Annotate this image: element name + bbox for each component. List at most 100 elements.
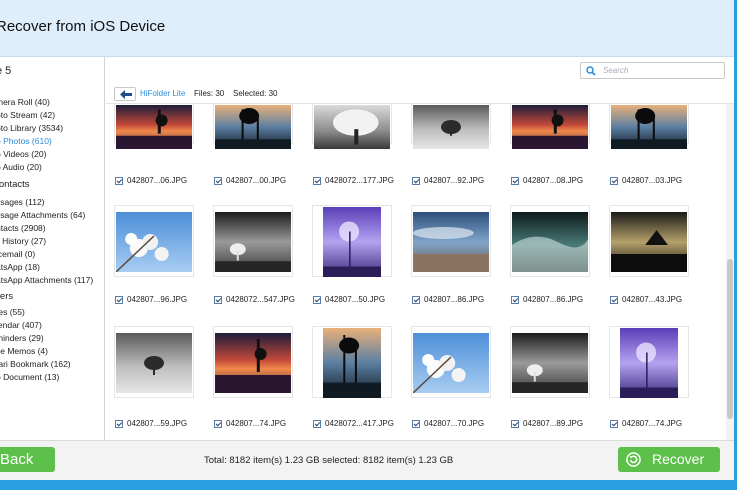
photo-thumbnail (512, 105, 588, 154)
photo-checkbox[interactable] (610, 177, 618, 185)
photo-checkbox[interactable] (214, 420, 222, 428)
folder-back-button[interactable] (114, 87, 136, 101)
folder-name[interactable]: HiFolder Lite (140, 89, 185, 98)
sidebar-item[interactable]: p Photos (610) (0, 136, 52, 146)
photo-thumbnail (116, 105, 192, 154)
photo-tile[interactable] (411, 326, 491, 398)
photo-thumbnail (512, 212, 588, 277)
sidebar-item[interactable]: ntacts (2908) (0, 223, 46, 233)
photo-checkbox[interactable] (610, 296, 618, 304)
sidebar-item[interactable]: minders (29) (0, 333, 44, 343)
photo-filename: 042807...08.JPG (523, 176, 584, 185)
recover-button[interactable]: Recover (618, 447, 720, 472)
photo-tile[interactable] (411, 104, 491, 149)
sidebar-category[interactable]: thers (0, 291, 13, 302)
sidebar-item[interactable]: p Audio (20) (0, 162, 42, 172)
photo-filename: 042807...43.JPG (622, 295, 683, 304)
search-box[interactable] (580, 62, 725, 79)
device-name: e 5 (0, 65, 12, 77)
sidebar-item[interactable]: atsApp Attachments (117) (0, 275, 93, 285)
sidebar-item[interactable]: ssage Attachments (64) (0, 210, 85, 220)
sidebar-item[interactable]: ce Memos (4) (0, 346, 48, 356)
photo-tile[interactable] (114, 104, 194, 149)
photo-tile[interactable] (114, 326, 194, 398)
photo-checkbox[interactable] (412, 420, 420, 428)
sidebar-item[interactable]: mera Roll (40) (0, 97, 50, 107)
photo-filename: 042807...74.JPG (622, 419, 683, 428)
photo-checkbox[interactable] (115, 177, 123, 185)
photo-checkbox[interactable] (313, 420, 321, 428)
photo-tile[interactable] (609, 205, 689, 277)
photo-checkbox[interactable] (214, 177, 222, 185)
photo-filename: 042807...70.JPG (424, 419, 485, 428)
photo-filename: 042807...59.JPG (127, 419, 188, 428)
sidebar-item[interactable]: icemail (0) (0, 249, 35, 259)
photo-checkbox[interactable] (511, 177, 519, 185)
photo-checkbox[interactable] (511, 420, 519, 428)
photo-checkbox[interactable] (214, 296, 222, 304)
photo-tile[interactable] (213, 326, 293, 398)
photo-tile[interactable] (312, 205, 392, 277)
photo-tile[interactable] (312, 104, 392, 149)
window-title: Recover from iOS Device (0, 18, 166, 35)
photo-checkbox[interactable] (412, 296, 420, 304)
photo-tile[interactable] (609, 326, 689, 398)
sidebar-item[interactable]: oto Stream (42) (0, 110, 55, 120)
photo-thumbnail (413, 212, 489, 277)
photo-checkbox[interactable] (115, 296, 123, 304)
photo-tile[interactable] (114, 205, 194, 277)
back-button[interactable]: Back (0, 447, 55, 472)
sidebar-category[interactable]: Contacts (0, 179, 30, 190)
sidebar-item[interactable]: fari Bookmark (162) (0, 359, 71, 369)
photo-thumbnail (116, 333, 192, 398)
photo-thumbnail (512, 333, 588, 398)
bottom-accent-bar (0, 480, 737, 490)
scrollbar[interactable] (726, 104, 734, 440)
photo-filename: 0428072...177.JPG (325, 176, 394, 185)
sidebar-item[interactable]: tes (55) (0, 307, 25, 317)
photo-tile[interactable] (213, 205, 293, 277)
photo-thumbnail (413, 105, 489, 154)
sidebar-item[interactable]: atsApp (18) (0, 262, 40, 272)
photo-filename: 042807...89.JPG (523, 419, 584, 428)
sidebar-item[interactable]: oto Library (3534) (0, 123, 63, 133)
photo-tile[interactable] (213, 104, 293, 149)
selected-count: Selected: 30 (233, 89, 278, 98)
photo-filename: 042807...00.JPG (226, 176, 287, 185)
photo-thumbnail (323, 207, 381, 282)
sidebar-item[interactable]: p Document (13) (0, 372, 59, 382)
photo-filename: 042807...86.JPG (523, 295, 584, 304)
photo-tile[interactable] (411, 205, 491, 277)
sidebar-item[interactable]: ll History (27) (0, 236, 46, 246)
sidebar-item[interactable]: p Videos (20) (0, 149, 46, 159)
photo-checkbox[interactable] (313, 296, 321, 304)
photo-tile[interactable] (312, 326, 392, 398)
photo-thumbnail (215, 212, 291, 277)
photo-checkbox[interactable] (412, 177, 420, 185)
photo-tile[interactable] (510, 326, 590, 398)
photo-filename: 042807...92.JPG (424, 176, 485, 185)
photo-tile[interactable] (510, 104, 590, 149)
sidebar-item[interactable]: lendar (407) (0, 320, 42, 330)
search-input[interactable] (603, 64, 721, 77)
photo-thumbnail (323, 328, 381, 403)
photo-thumbnail (611, 105, 687, 154)
photo-filename: 0428072...547.JPG (226, 295, 295, 304)
recover-icon (626, 452, 641, 467)
photo-checkbox[interactable] (511, 296, 519, 304)
sidebar-item[interactable]: ssages (112) (0, 197, 45, 207)
photo-filename: 042807...03.JPG (622, 176, 683, 185)
photo-grid: 042807...06.JPG 042807...00.JPG 0428072...… (106, 104, 726, 440)
photo-checkbox[interactable] (610, 420, 618, 428)
totals-text: Total: 8182 item(s) 1.23 GB selected: 81… (204, 455, 454, 466)
photo-thumbnail (115, 212, 192, 277)
photo-tile[interactable] (609, 104, 689, 149)
photo-checkbox[interactable] (115, 420, 123, 428)
photo-thumbnail (215, 105, 291, 154)
photo-thumbnail (611, 212, 687, 277)
photo-checkbox[interactable] (313, 177, 321, 185)
title-bar: Recover from iOS Device (0, 0, 737, 57)
scrollbar-thumb[interactable] (727, 259, 733, 419)
photo-tile[interactable] (510, 205, 590, 277)
sidebar: e 5 mera Roll (40) oto Stream (42) oto Lib… (0, 57, 105, 440)
